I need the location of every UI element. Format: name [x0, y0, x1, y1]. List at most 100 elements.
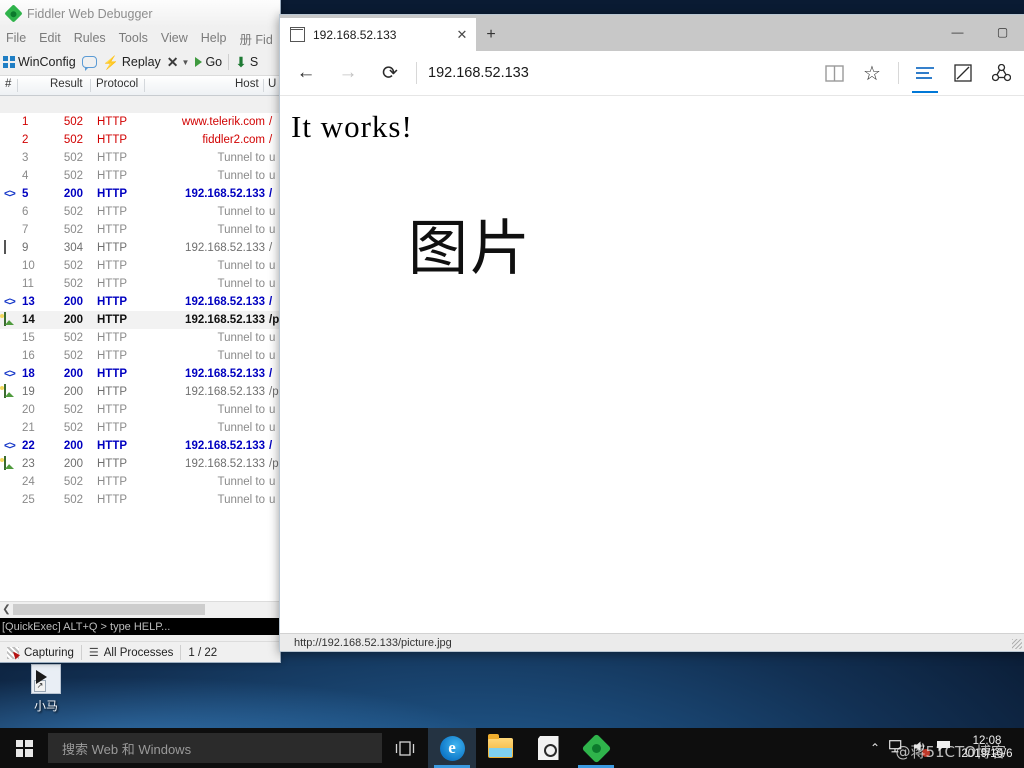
table-row[interactable]: 2 502 HTTP fiddler2.com / [0, 131, 280, 149]
session-list-hscrollbar[interactable]: ❮ [0, 601, 280, 617]
column-header-host[interactable]: Host [235, 78, 259, 90]
reading-view-icon[interactable] [816, 53, 852, 93]
table-row[interactable]: 1 502 HTTP www.telerik.com / [0, 113, 280, 131]
fiddler-window[interactable]: Fiddler Web Debugger File Edit Rules Too… [0, 0, 281, 663]
edge-window-controls[interactable]: — ▢ [935, 15, 1024, 48]
favorites-star-icon[interactable]: ☆ [854, 53, 890, 93]
new-tab-button[interactable]: + [476, 18, 506, 51]
table-row[interactable]: 15 502 HTTP Tunnel to u [0, 329, 280, 347]
taskbar-app-file-explorer[interactable] [476, 728, 524, 768]
table-row[interactable]: 11 502 HTTP Tunnel to u [0, 275, 280, 293]
table-row[interactable]: <> 22 200 HTTP 192.168.52.133/ [0, 437, 280, 455]
menu-item-file[interactable]: File [6, 31, 26, 45]
go-button[interactable]: Go [195, 55, 222, 69]
replay-button[interactable]: ⚡ Replay [103, 55, 161, 69]
fiddler-menubar[interactable]: File Edit Rules Tools View Help 册 Fid [0, 27, 280, 49]
cell-result: 502 [63, 170, 83, 182]
cell-host: Tunnel to [217, 206, 265, 218]
table-row[interactable]: 6 502 HTTP Tunnel to u [0, 203, 280, 221]
menu-item-help[interactable]: Help [201, 31, 227, 45]
table-row[interactable]: 4 502 HTTP Tunnel to u [0, 167, 280, 185]
refresh-button[interactable]: ⟳ [370, 53, 410, 93]
web-note-icon[interactable] [945, 53, 981, 93]
menu-item-tools[interactable]: Tools [119, 31, 148, 45]
table-row[interactable]: 25 502 HTTP Tunnel to u [0, 491, 280, 509]
taskbar-search-box[interactable]: 搜索 Web 和 Windows [48, 733, 382, 763]
quickexec-bar[interactable]: [QuickExec] ALT+Q > type HELP... [0, 618, 280, 635]
column-header-url[interactable]: U [268, 78, 276, 90]
edge-tabstrip[interactable]: 192.168.52.133 ✕ + — ▢ [280, 15, 1024, 51]
edge-browser-window[interactable]: 192.168.52.133 ✕ + — ▢ ← → ⟳ ☆ [279, 14, 1024, 652]
windows-taskbar[interactable]: 搜索 Web 和 Windows e ⌃ 12:08 2019/10/6 @蒋5… [0, 728, 1024, 768]
hscroll-track[interactable] [13, 604, 205, 615]
network-icon[interactable] [889, 740, 904, 756]
tab-close-icon[interactable]: ✕ [454, 27, 470, 43]
table-row[interactable]: 14 200 HTTP 192.168.52.133/p [0, 311, 280, 329]
go-label: Go [205, 55, 223, 69]
comment-bubble-icon[interactable] [81, 56, 97, 71]
table-row[interactable]: 3 502 HTTP Tunnel to u [0, 149, 280, 167]
ime-language-icon[interactable] [936, 740, 951, 756]
system-tray[interactable]: ⌃ 12:08 2019/10/6 [870, 735, 1024, 761]
session-list-header[interactable]: # Result Protocol Host U [0, 76, 280, 96]
desktop-shortcut-xiaoma[interactable]: ↗ 小马 [14, 664, 78, 714]
volume-muted-icon[interactable] [913, 740, 930, 757]
minimize-button[interactable]: — [935, 15, 980, 48]
table-row[interactable]: 7 502 HTTP Tunnel to u [0, 221, 280, 239]
taskbar-clock[interactable]: 12:08 2019/10/6 [960, 735, 1018, 761]
filter-icon: ☰ [88, 647, 99, 659]
taskbar-app-fiddler[interactable] [572, 728, 620, 768]
fiddler-titlebar[interactable]: Fiddler Web Debugger [0, 0, 280, 27]
table-row[interactable]: <> 13 200 HTTP 192.168.52.133/ [0, 293, 280, 311]
table-row[interactable]: 21 502 HTTP Tunnel to u [0, 419, 280, 437]
cell-host: 192.168.52.133 [185, 296, 265, 308]
table-row[interactable]: 9 304 HTTP 192.168.52.133/ [0, 239, 280, 257]
cell-number: 5 [22, 188, 29, 200]
menu-item-edit[interactable]: Edit [39, 31, 61, 45]
taskbar-app-store[interactable] [524, 728, 572, 768]
session-list[interactable]: 1 502 HTTP www.telerik.com/2 502 HTTP fiddler2… [0, 113, 280, 601]
table-row[interactable]: <> 18 200 HTTP 192.168.52.133/ [0, 365, 280, 383]
session-count-label: 1 / 22 [188, 646, 218, 659]
hub-icon[interactable] [907, 53, 943, 93]
address-bar-input[interactable] [426, 64, 814, 82]
remove-button[interactable]: ✕ ▼ [167, 55, 190, 69]
column-header-protocol[interactable]: Protocol [96, 78, 138, 90]
window-resize-grip[interactable] [1012, 639, 1022, 649]
column-header-num[interactable]: # [5, 78, 11, 90]
show-hidden-icons-chevron-icon[interactable]: ⌃ [870, 741, 880, 755]
table-row[interactable]: 20 502 HTTP Tunnel to u [0, 401, 280, 419]
process-filter[interactable]: ☰ All Processes [82, 642, 181, 662]
winconfig-label: WinConfig [18, 55, 76, 69]
maximize-button[interactable]: ▢ [980, 15, 1024, 48]
back-button[interactable]: ← [286, 53, 326, 93]
winconfig-button[interactable]: WinConfig [3, 55, 76, 69]
capturing-toggle[interactable]: Capturing [0, 642, 81, 662]
start-button[interactable] [0, 728, 48, 768]
menu-item-overflow[interactable]: 册 Fid [239, 29, 272, 48]
search-placeholder-text: 搜索 Web 和 Windows [62, 741, 192, 757]
menu-item-rules[interactable]: Rules [74, 31, 106, 45]
cell-result: 502 [63, 206, 83, 218]
taskbar-app-edge[interactable]: e [428, 728, 476, 768]
menu-item-view[interactable]: View [161, 31, 188, 45]
scroll-left-arrow-icon[interactable]: ❮ [0, 604, 13, 615]
table-row[interactable]: <> 5 200 HTTP 192.168.52.133/ [0, 185, 280, 203]
cell-result: 502 [63, 260, 83, 272]
browser-tab-active[interactable]: 192.168.52.133 ✕ [280, 18, 476, 51]
table-row[interactable]: 16 502 HTTP Tunnel to u [0, 347, 280, 365]
task-view-button[interactable] [382, 728, 428, 768]
fiddler-toolbar[interactable]: WinConfig ⚡ Replay ✕ ▼ Go ⬇ S [0, 49, 280, 76]
table-row[interactable]: 19 200 HTTP 192.168.52.133/p [0, 383, 280, 401]
share-icon[interactable] [983, 53, 1019, 93]
fiddler-title-text: Fiddler Web Debugger [27, 6, 153, 21]
edge-navigation-bar[interactable]: ← → ⟳ ☆ [280, 51, 1024, 96]
stream-button[interactable]: ⬇ S [235, 55, 258, 69]
column-header-result[interactable]: Result [50, 78, 83, 90]
cell-result: 502 [63, 404, 83, 416]
table-row[interactable]: 24 502 HTTP Tunnel to u [0, 473, 280, 491]
hscroll-thumb[interactable] [13, 604, 205, 615]
fiddler-logo-icon [4, 4, 23, 23]
table-row[interactable]: 10 502 HTTP Tunnel to u [0, 257, 280, 275]
table-row[interactable]: 23 200 HTTP 192.168.52.133/p [0, 455, 280, 473]
